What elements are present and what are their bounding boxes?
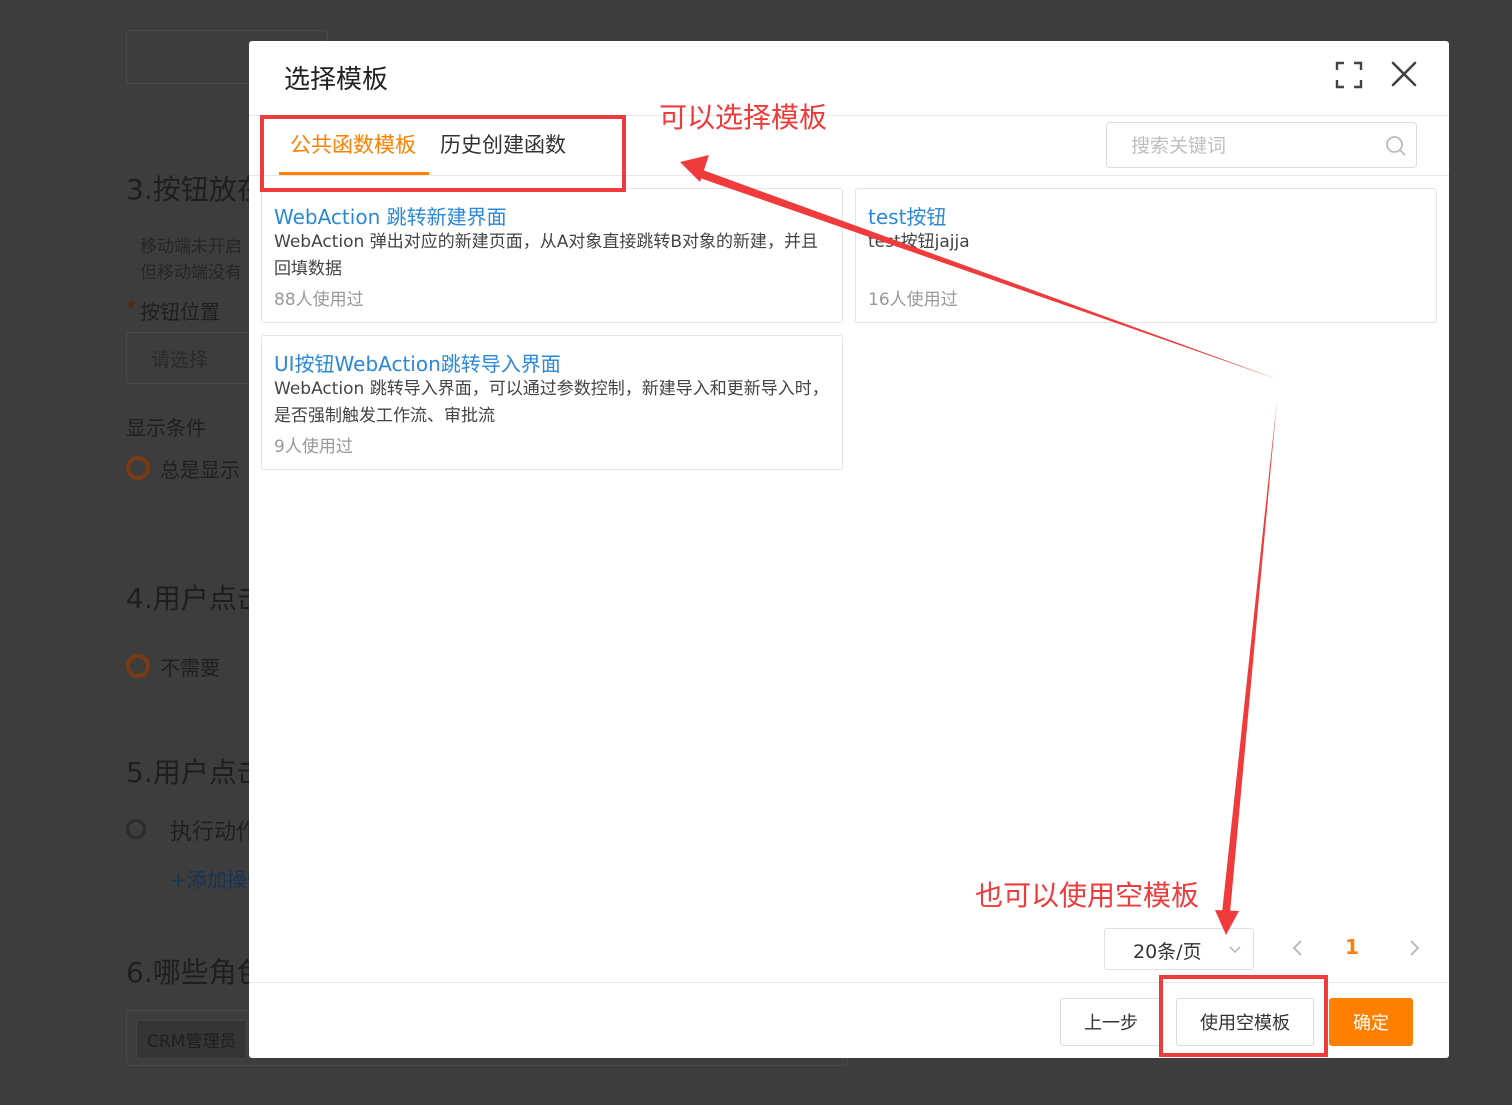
next-page-icon[interactable]	[1402, 936, 1426, 960]
bg-section6-title: 6.哪些角色	[126, 956, 265, 989]
annotation-box-tabs	[260, 115, 626, 192]
bg-always-show-label: 总是显示	[160, 458, 240, 482]
template-card[interactable]: test按钮 test按钮jajja 16人使用过	[855, 188, 1437, 323]
page-number-current[interactable]: 1	[1345, 935, 1359, 959]
bg-display-condition-label: 显示条件	[126, 416, 206, 440]
bg-radio-no-need[interactable]	[126, 654, 150, 678]
prev-page-icon[interactable]	[1286, 936, 1310, 960]
confirm-button[interactable]: 确定	[1329, 998, 1413, 1046]
bg-role-tag: CRM管理员	[136, 1020, 248, 1059]
search-box[interactable]	[1106, 122, 1417, 168]
bg-mobile-note-1: 移动端未开启	[140, 237, 242, 257]
template-title: UI按钮WebAction跳转导入界面	[274, 352, 561, 376]
bg-radio-execute[interactable]	[126, 819, 146, 839]
template-usage: 88人使用过	[274, 290, 364, 310]
annotation-empty-template: 也可以使用空模板	[975, 879, 1200, 912]
bg-no-need-label: 不需要	[160, 656, 220, 680]
select-template-dialog: 选择模板 公共函数模板 历史创建函数 WebAction 跳转新建界面 WebA…	[249, 41, 1449, 1058]
prev-step-button[interactable]: 上一步	[1060, 998, 1162, 1046]
fullscreen-icon[interactable]	[1333, 59, 1365, 91]
bg-section3-title: 3.按钮放在	[126, 173, 265, 206]
template-description: WebAction 跳转导入界面，可以通过参数控制，新建导入和更新导入时，是否强…	[274, 379, 829, 426]
page-size-select[interactable]: 20条/页	[1104, 928, 1254, 970]
template-description: test按钮jajja	[868, 232, 970, 252]
bg-button-position-label: 按钮位置	[140, 300, 220, 324]
bg-section4-title: 4.用户点击	[126, 582, 265, 615]
bg-required-mark: *	[126, 296, 136, 320]
search-icon[interactable]	[1385, 135, 1407, 161]
template-card[interactable]: UI按钮WebAction跳转导入界面 WebAction 跳转导入界面，可以通…	[261, 335, 843, 470]
template-usage: 9人使用过	[274, 437, 353, 457]
template-title: test按钮	[868, 205, 947, 229]
template-usage: 16人使用过	[868, 290, 958, 310]
template-card[interactable]: WebAction 跳转新建界面 WebAction 弹出对应的新建页面，从A对…	[261, 188, 843, 323]
annotation-box-empty-template	[1159, 975, 1328, 1057]
page-size-value: 20条/页	[1133, 941, 1202, 963]
annotation-select-template: 可以选择模板	[659, 101, 828, 134]
bg-execute-label: 执行动作	[170, 820, 259, 845]
close-icon[interactable]	[1387, 57, 1421, 91]
bg-section5-title: 5.用户点击	[126, 756, 265, 789]
dialog-title: 选择模板	[284, 65, 389, 95]
chevron-down-icon	[1227, 941, 1243, 961]
template-title: WebAction 跳转新建界面	[274, 205, 507, 229]
template-description: WebAction 弹出对应的新建页面，从A对象直接跳转B对象的新建，并且回填数…	[274, 232, 818, 279]
bg-radio-always[interactable]	[126, 456, 150, 480]
bg-mobile-note-2: 但移动端没有	[140, 263, 242, 283]
search-input[interactable]	[1129, 131, 1373, 161]
bg-select-placeholder: 请选择	[151, 349, 209, 371]
